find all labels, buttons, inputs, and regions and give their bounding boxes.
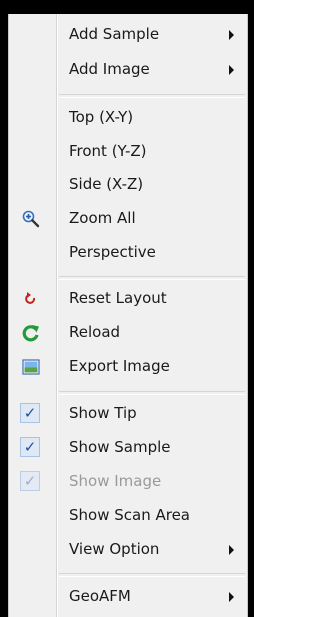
menu-item-label: Perspective xyxy=(69,243,156,261)
menu-separator xyxy=(59,94,245,98)
menu-item-top-view[interactable]: Top (X-Y) xyxy=(9,101,247,135)
menu-item-label: Zoom All xyxy=(69,209,136,227)
context-menu: Add Sample Add Image Top (X-Y) Front (Y-… xyxy=(8,14,248,617)
zoom-in-icon xyxy=(21,209,41,229)
menu-item-side-view[interactable]: Side (X-Z) xyxy=(9,168,247,202)
submenu-arrow-icon xyxy=(229,545,234,555)
menu-item-label: View Option xyxy=(69,540,160,558)
menu-item-front-view[interactable]: Front (Y-Z) xyxy=(9,135,247,169)
menu-item-show-image: ✓ Show Image xyxy=(9,465,247,499)
submenu-arrow-icon xyxy=(229,30,234,40)
menu-item-view-option[interactable]: View Option xyxy=(9,533,247,567)
submenu-arrow-icon xyxy=(229,65,234,75)
menu-item-label: Side (X-Z) xyxy=(69,175,144,193)
reload-icon xyxy=(21,323,41,343)
menu-item-perspective[interactable]: Perspective xyxy=(9,236,247,270)
menu-item-label: Reload xyxy=(69,323,121,341)
menu-item-label: Add Sample xyxy=(69,25,160,43)
menu-item-export-image[interactable]: Export Image xyxy=(9,350,247,384)
checkmark-icon: ✓ xyxy=(20,471,40,491)
menu-item-reset-layout[interactable]: Reset Layout xyxy=(9,282,247,316)
checkmark-icon: ✓ xyxy=(20,437,40,457)
menu-item-geoafm[interactable]: GeoAFM xyxy=(9,580,247,614)
menu-separator xyxy=(59,276,245,280)
menu-item-label: GeoAFM xyxy=(69,587,131,605)
menu-item-label: Show Scan Area xyxy=(69,506,190,524)
menu-item-add-sample[interactable]: Add Sample xyxy=(9,18,247,52)
menu-item-label: Show Tip xyxy=(69,404,137,422)
export-image-icon xyxy=(21,357,41,377)
menu-item-label: Add Image xyxy=(69,60,150,78)
menu-item-label: Front (Y-Z) xyxy=(69,142,147,160)
menu-item-label: Show Sample xyxy=(69,438,171,456)
checkmark-icon: ✓ xyxy=(20,403,40,423)
menu-separator xyxy=(59,391,245,395)
menu-item-reload[interactable]: Reload xyxy=(9,316,247,350)
menu-item-add-image[interactable]: Add Image xyxy=(9,53,247,87)
menu-item-zoom-all[interactable]: Zoom All xyxy=(9,202,247,236)
menu-separator xyxy=(59,573,245,577)
menu-item-show-tip[interactable]: ✓ Show Tip xyxy=(9,397,247,431)
submenu-arrow-icon xyxy=(229,592,234,602)
menu-item-label: Top (X-Y) xyxy=(69,108,134,126)
menu-item-label: Export Image xyxy=(69,357,170,375)
menu-item-label: Reset Layout xyxy=(69,289,167,307)
reset-layout-icon xyxy=(21,289,41,309)
menu-item-show-scan-area[interactable]: Show Scan Area xyxy=(9,499,247,533)
menu-item-show-sample[interactable]: ✓ Show Sample xyxy=(9,431,247,465)
menu-item-label: Show Image xyxy=(69,472,162,490)
